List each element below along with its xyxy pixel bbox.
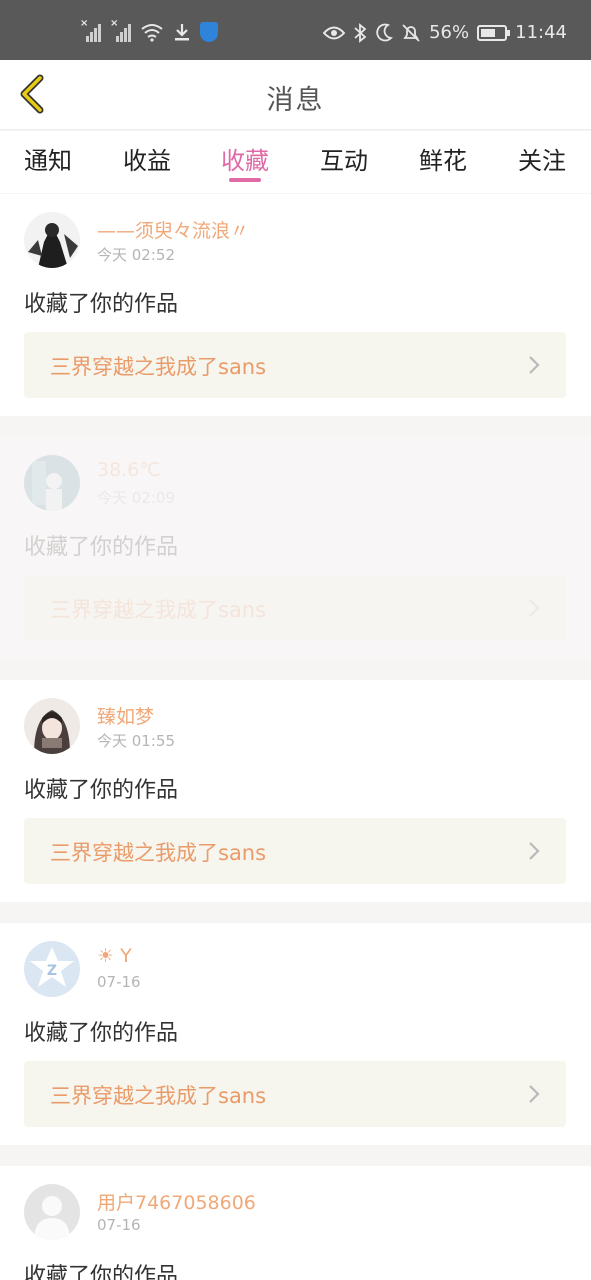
tab-bar: 通知 收益 收藏 互动 鲜花 关注 [0,131,591,193]
eye-icon [323,26,346,39]
bluetooth-icon [354,22,367,43]
signal-1-icon: × [80,18,102,42]
chevron-right-icon [529,599,540,617]
chevron-right-icon [529,1085,540,1103]
avatar[interactable] [24,455,80,511]
work-link[interactable]: 三界穿越之我成了sans [24,818,566,884]
work-link[interactable]: 三界穿越之我成了sans [24,1061,566,1127]
list-item[interactable]: Z ☀ Y 07-16 收藏了你的作品 三界穿越之我成了sans [0,923,591,1145]
moon-icon [376,23,394,41]
header: 消息 [0,60,591,130]
work-title: 三界穿越之我成了sans [50,1084,267,1108]
timestamp: 今天 02:09 [97,489,175,507]
list-item[interactable]: 38.6℃ 今天 02:09 收藏了你的作品 三界穿越之我成了sans [0,437,591,659]
tab-earnings[interactable]: 收益 [107,141,187,176]
username[interactable]: 臻如梦 [97,702,154,729]
signal-2-icon: × [110,18,132,42]
shield-icon [200,22,218,42]
avatar[interactable] [24,698,80,754]
tab-interactions[interactable]: 互动 [304,141,384,176]
action-text: 收藏了你的作品 [24,535,179,560]
tab-notifications[interactable]: 通知 [8,141,88,176]
action-text: 收藏了你的作品 [24,1264,179,1280]
work-link[interactable]: 三界穿越之我成了sans [24,575,566,641]
username[interactable]: 38.6℃ [97,459,161,481]
username[interactable]: 用户7467058606 [97,1188,256,1215]
active-tab-indicator [229,178,261,182]
list-item[interactable]: 用户7467058606 07-16 收藏了你的作品 [0,1166,591,1280]
status-bar: × × 56% 11:44 [0,0,591,60]
chevron-right-icon [529,356,540,374]
timestamp: 今天 01:55 [97,732,175,750]
action-text: 收藏了你的作品 [24,1021,179,1046]
tab-flowers[interactable]: 鲜花 [403,141,483,176]
work-link[interactable]: 三界穿越之我成了sans [24,332,566,398]
status-right-icons: 56% 11:44 [323,22,567,43]
chevron-right-icon [529,842,540,860]
avatar[interactable] [24,1184,80,1240]
avatar[interactable] [24,212,80,268]
list-item[interactable]: 臻如梦 今天 01:55 收藏了你的作品 三界穿越之我成了sans [0,680,591,902]
status-left-icons: × × [80,18,218,42]
timestamp: 今天 02:52 [97,246,175,264]
svg-text:Z: Z [47,963,57,979]
timestamp: 07-16 [97,973,141,991]
battery-icon [477,24,511,41]
work-title: 三界穿越之我成了sans [50,841,267,865]
action-text: 收藏了你的作品 [24,292,179,317]
work-title: 三界穿越之我成了sans [50,355,267,379]
username[interactable]: ☀ Y [97,945,132,967]
list-item[interactable]: ——须臾々流浪〃 今天 02:52 收藏了你的作品 三界穿越之我成了sans [0,194,591,416]
avatar[interactable]: Z [24,941,80,997]
clock: 11:44 [515,22,567,43]
page-title: 消息 [266,85,325,116]
tab-follows[interactable]: 关注 [502,141,582,176]
battery-percent: 56% [429,22,470,43]
work-title: 三界穿越之我成了sans [50,598,267,622]
username[interactable]: ——须臾々流浪〃 [97,216,249,243]
download-icon [175,24,189,41]
bell-off-icon [402,23,420,42]
timestamp: 07-16 [97,1216,141,1234]
action-text: 收藏了你的作品 [24,778,179,803]
wifi-icon [141,24,163,42]
tab-favorites[interactable]: 收藏 [205,141,285,176]
